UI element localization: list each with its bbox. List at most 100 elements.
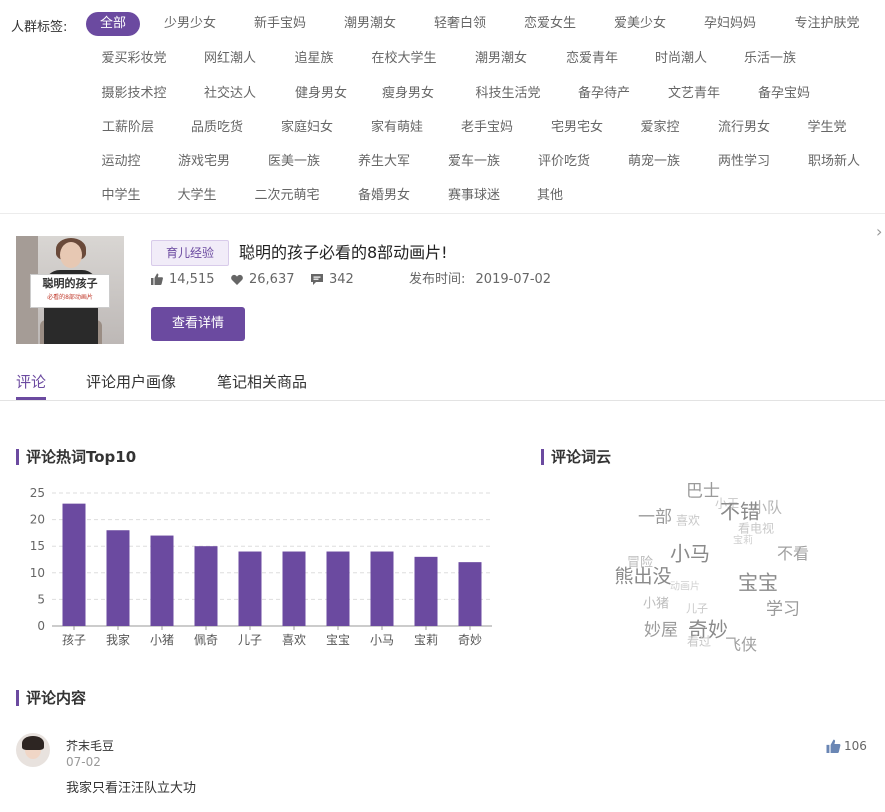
crowd-tag[interactable]: 恋爱青年 [566,48,618,70]
crowd-tag[interactable]: 网红潮人 [204,48,256,70]
crowd-tag[interactable]: 二次元萌宅 [254,185,319,207]
crowd-tag[interactable]: 社交达人 [204,83,256,105]
bar [194,546,218,626]
crowd-tag[interactable]: 爱家控 [640,117,679,139]
crowd-tag[interactable]: 其他 [537,185,563,207]
crowd-tag[interactable]: 流行男女 [718,117,770,139]
content-tabs: 评论 评论用户画像 笔记相关商品 [0,361,885,401]
hot-words-heading: 评论热词Top10 [16,448,136,466]
cloud-word: 小猪 [642,596,670,612]
tab-commenter-profile[interactable]: 评论用户画像 [86,371,176,392]
x-tick-label: 宝宝 [326,633,350,647]
crowd-tag[interactable]: 孕妇妈妈 [704,13,756,35]
crowd-tag-row: 全部 少男少女 新手宝妈 潮男潮女 轻奢白领 恋爱女生 爱美少女 孕妇妈妈 专注护肤党 [0,12,885,36]
crowd-tag[interactable]: 摄影技术控 [101,83,166,105]
crowd-tag[interactable]: 赛事球迷 [448,185,500,207]
tab-comments[interactable]: 评论 [16,371,46,392]
cloud-word: 飞侠 [724,635,758,654]
y-tick-label: 25 [30,486,45,500]
cloud-word: 动画片 [670,581,700,593]
crowd-tag[interactable]: 恋爱女生 [524,13,576,35]
cloud-word: 看过 [686,634,712,649]
crowd-tag[interactable]: 潮男潮女 [475,48,527,70]
y-tick-label: 10 [30,566,45,580]
crowd-tag[interactable]: 在校大学生 [371,48,436,70]
favorite-count: 26,637 [249,272,295,287]
publish-time-value: 2019-07-02 [475,272,552,287]
comment-like-button[interactable]: 106 [826,739,867,753]
thumbnail-sign-subtitle: 必看的8部动画片 [47,294,93,301]
publish-time: 发布时间: 2019-07-02 [409,270,551,290]
cloud-word: 不看 [776,544,810,563]
comment-stat: 342 [311,270,354,290]
crowd-tag[interactable]: 大学生 [177,185,216,207]
heart-icon [231,274,243,285]
crowd-tag[interactable]: 爱美少女 [614,13,666,35]
hot-words-bar-chart: 0 5 10 15 20 25 孩子 我家 小猪 佩奇 儿子 喜欢 宝宝 小马 宝莉 奇妙 [30,486,492,647]
crowd-tag[interactable]: 医美一族 [268,151,320,173]
x-tick-label: 我家 [106,632,130,647]
cloud-word: 学习 [766,599,800,620]
x-tick-label: 喜欢 [282,632,306,647]
crowd-tag-row: 爱买彩妆党 网红潮人 追星族 在校大学生 潮男潮女 恋爱青年 时尚潮人 乐活一族 [0,48,885,70]
crowd-tag-row: 中学生 大学生 二次元萌宅 备婚男女 赛事球迷 其他 [0,185,885,207]
bar [150,535,174,626]
y-tick-label: 0 [37,619,45,633]
crowd-tag[interactable]: 家有萌娃 [371,117,423,139]
active-tab-indicator [16,397,46,400]
chevron-right-icon[interactable]: › [876,222,882,241]
note-thumbnail[interactable]: 聪明的孩子 必看的8部动画片 [16,236,124,344]
bar [370,551,394,626]
crowd-tag[interactable]: 乐活一族 [744,48,796,70]
crowd-tag[interactable]: 爱车一族 [448,151,500,173]
comment-date: 07-02 [66,755,101,769]
crowd-tag[interactable]: 老手宝妈 [461,117,513,139]
crowd-tag-all[interactable]: 全部 [85,12,141,36]
crowd-tag[interactable]: 中学生 [101,185,140,207]
comments-heading: 评论内容 [16,689,86,707]
comment-username[interactable]: 芥末毛豆 [66,737,114,754]
crowd-tag[interactable]: 品质吃货 [191,117,243,139]
publish-time-label: 发布时间: [409,272,466,287]
note-title[interactable]: 聪明的孩子必看的8部动画片! [239,240,448,266]
crowd-tag[interactable]: 职场新人 [808,151,860,173]
crowd-tag[interactable]: 爱买彩妆党 [101,48,166,70]
crowd-tag[interactable]: 科技生活党 [475,83,540,105]
bar [414,556,438,626]
note-category-badge: 育儿经验 [151,240,230,266]
crowd-tag-row: 工薪阶层 品质吃货 家庭妇女 家有萌娃 老手宝妈 宅男宅女 爱家控 流行男女 学生党 [0,117,885,139]
crowd-tag[interactable]: 宅男宅女 [551,117,603,139]
x-tick-label: 宝莉 [414,633,438,647]
comment-like-count: 106 [844,739,867,753]
crowd-tag[interactable]: 文艺青年 [668,83,720,105]
crowd-tag[interactable]: 萌宠一族 [628,151,680,173]
view-detail-button[interactable]: 查看详情 [151,307,245,341]
crowd-tag[interactable]: 少男少女 [164,13,216,35]
crowd-tag[interactable]: 瘦身男女 [382,83,434,105]
crowd-tag[interactable]: 评价吃货 [538,151,590,173]
crowd-tag[interactable]: 新手宝妈 [254,13,306,35]
crowd-tag[interactable]: 运动控 [101,151,140,173]
crowd-tag[interactable]: 时尚潮人 [655,48,707,70]
crowd-tag[interactable]: 潮男潮女 [344,13,396,35]
crowd-tag[interactable]: 健身男女 [295,83,347,105]
tab-related-products[interactable]: 笔记相关商品 [217,371,307,392]
crowd-tag[interactable]: 轻奢白领 [434,13,486,35]
crowd-tag[interactable]: 工薪阶层 [102,117,154,139]
cloud-word: 宝宝 [738,570,778,595]
crowd-tag[interactable]: 备孕宝妈 [758,83,810,105]
crowd-tag-filter: 人群标签: 全部 少男少女 新手宝妈 潮男潮女 轻奢白领 恋爱女生 爱美少女 孕妇妈妈 专注护肤… [0,0,885,214]
crowd-tag[interactable]: 养生大军 [358,151,410,173]
crowd-tag[interactable]: 备婚男女 [358,185,410,207]
crowd-tag[interactable]: 专注护肤党 [794,13,859,35]
avatar[interactable] [16,733,50,767]
cloud-word: 一部 [638,507,672,528]
bar [238,551,262,626]
crowd-tag[interactable]: 追星族 [294,48,333,70]
crowd-tag[interactable]: 家庭妇女 [281,117,333,139]
x-tick-label: 孩子 [62,633,86,647]
crowd-tag[interactable]: 两性学习 [718,151,770,173]
crowd-tag[interactable]: 学生党 [807,117,846,139]
crowd-tag[interactable]: 备孕待产 [578,83,630,105]
crowd-tag[interactable]: 游戏宅男 [178,151,230,173]
